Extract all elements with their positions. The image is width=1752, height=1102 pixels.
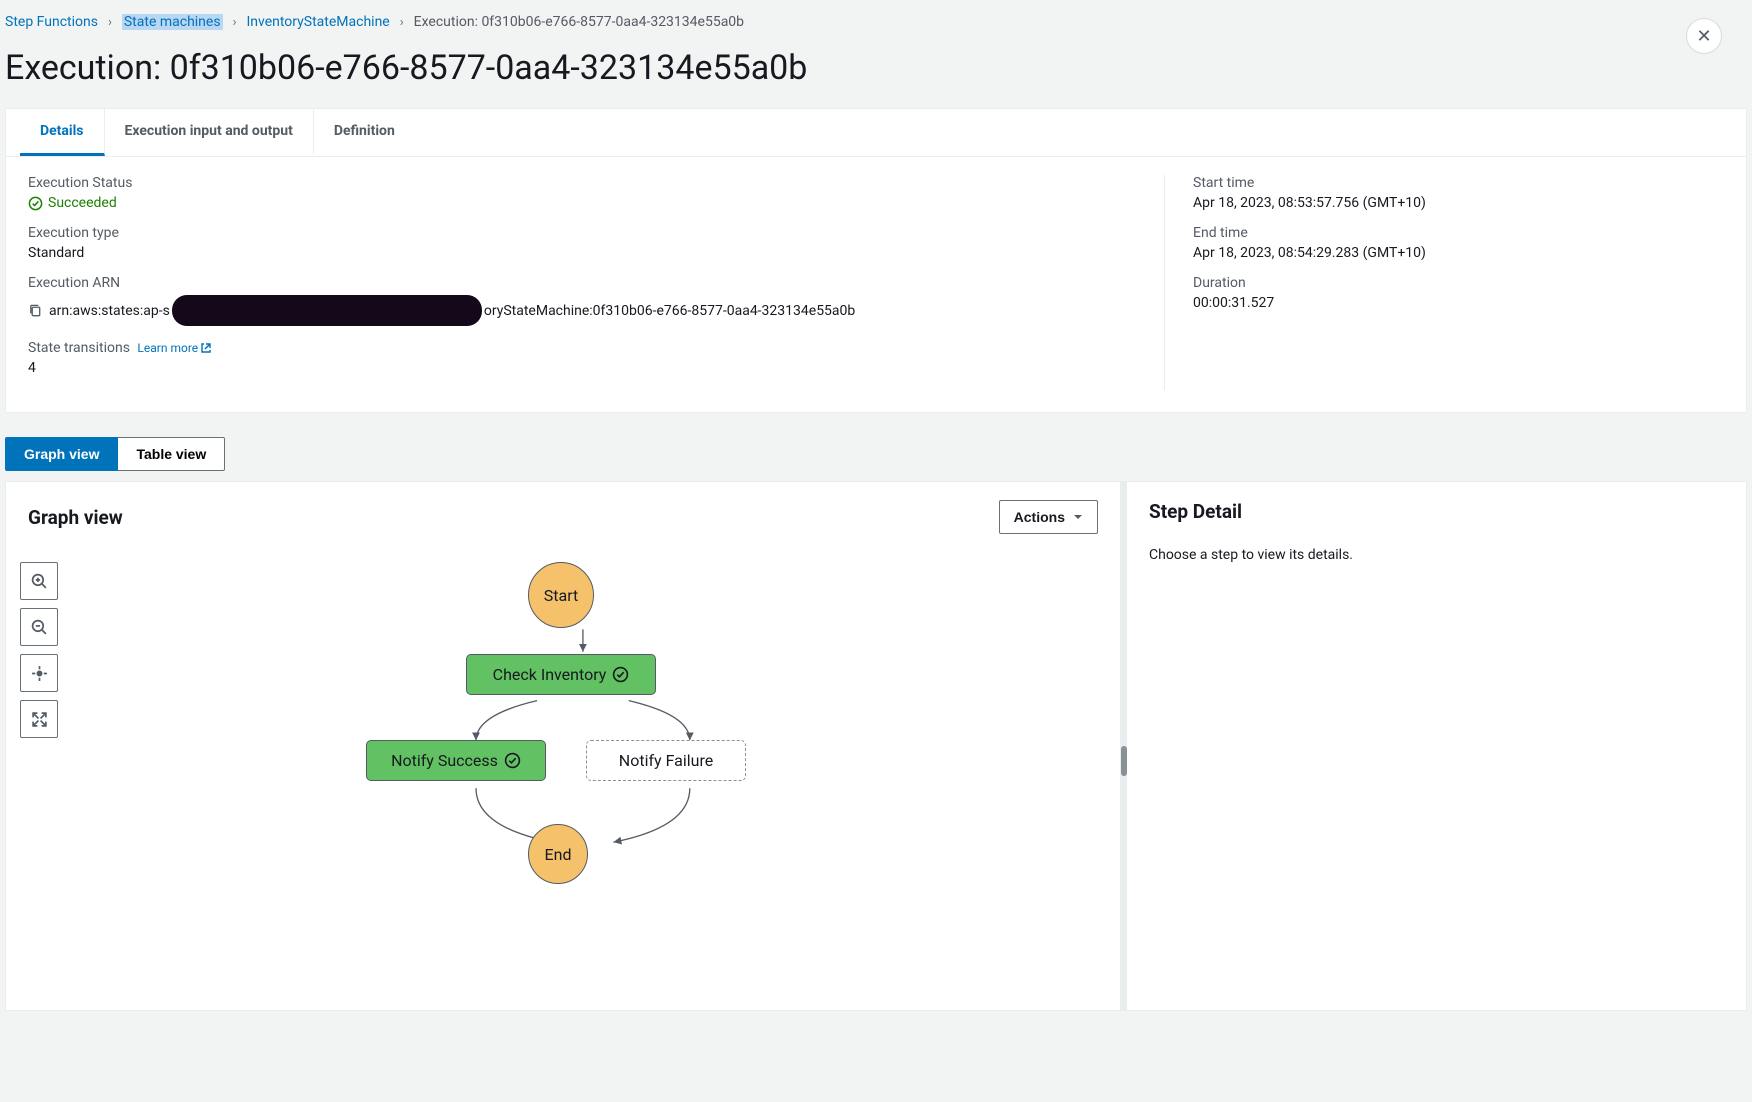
graph-view-button[interactable]: Graph view <box>5 437 118 471</box>
view-toggle: Graph viewTable view <box>5 437 1747 471</box>
tab-io[interactable]: Execution input and output <box>105 109 314 156</box>
zoom-out-icon <box>31 619 48 636</box>
breadcrumb: Step Functions › State machines › Invent… <box>5 14 1732 30</box>
transitions-label: State transitions Learn more <box>28 340 1144 356</box>
breadcrumb-execution: Execution: 0f310b06-e766-8577-0aa4-32313… <box>414 14 744 30</box>
details-card: Details Execution input and output Defin… <box>5 108 1747 413</box>
node-success-label: Notify Success <box>391 751 498 770</box>
expand-icon <box>31 711 48 728</box>
chevron-right-icon: › <box>400 15 404 30</box>
zoom-in-button[interactable] <box>20 562 58 600</box>
status-value: Succeeded <box>28 195 1144 211</box>
arn-label: Execution ARN <box>28 275 1144 291</box>
fullscreen-button[interactable] <box>20 700 58 738</box>
check-circle-icon <box>28 196 43 211</box>
check-circle-icon <box>504 752 521 769</box>
duration-value: 00:00:31.527 <box>1193 295 1724 311</box>
check-circle-icon <box>612 666 629 683</box>
tabs: Details Execution input and output Defin… <box>6 109 1746 157</box>
arn-value: arn:aws:states:ap-s oryStateMachine:0f31… <box>49 295 855 326</box>
graph-panel: Graph view Actions <box>5 481 1121 1011</box>
breadcrumb-state-machines[interactable]: State machines <box>122 14 223 30</box>
caret-down-icon <box>1073 512 1083 522</box>
breadcrumb-step-functions[interactable]: Step Functions <box>5 14 98 30</box>
duration-label: Duration <box>1193 275 1724 291</box>
node-end-label: End <box>545 845 572 864</box>
node-failure-label: Notify Failure <box>619 751 713 770</box>
learn-more-link[interactable]: Learn more <box>137 341 212 355</box>
chevron-right-icon: › <box>233 15 237 30</box>
close-icon: ✕ <box>1696 26 1711 47</box>
node-end[interactable]: End <box>528 824 588 884</box>
arn-redacted <box>172 295 482 326</box>
start-time-value: Apr 18, 2023, 08:53:57.756 (GMT+10) <box>1193 195 1724 211</box>
arn-prefix: arn:aws:states:ap-s <box>49 303 170 319</box>
table-view-button[interactable]: Table view <box>118 437 225 471</box>
tab-details[interactable]: Details <box>20 109 105 156</box>
node-check-inventory[interactable]: Check Inventory <box>466 654 656 695</box>
end-time-value: Apr 18, 2023, 08:54:29.283 (GMT+10) <box>1193 245 1724 261</box>
center-button[interactable] <box>20 654 58 692</box>
external-link-icon <box>200 342 212 354</box>
node-notify-failure[interactable]: Notify Failure <box>586 740 746 781</box>
chevron-right-icon: › <box>108 15 112 30</box>
step-detail-panel: Step Detail Choose a step to view its de… <box>1127 481 1747 1011</box>
status-label: Execution Status <box>28 175 1144 191</box>
end-time-label: End time <box>1193 225 1724 241</box>
tab-definition[interactable]: Definition <box>314 109 415 156</box>
node-check-label: Check Inventory <box>493 665 607 684</box>
breadcrumb-machine[interactable]: InventoryStateMachine <box>246 14 389 30</box>
close-button[interactable]: ✕ <box>1686 18 1722 54</box>
panel-resize-handle[interactable] <box>1121 481 1127 1011</box>
graph-panel-title: Graph view <box>28 506 123 529</box>
transitions-value: 4 <box>28 360 1144 376</box>
type-value: Standard <box>28 245 1144 261</box>
page-title: Execution: 0f310b06-e766-8577-0aa4-32313… <box>5 30 1732 108</box>
status-text: Succeeded <box>48 195 117 211</box>
zoom-in-icon <box>31 573 48 590</box>
node-notify-success[interactable]: Notify Success <box>366 740 546 781</box>
start-time-label: Start time <box>1193 175 1724 191</box>
graph-canvas[interactable]: Start Check Inventory Notify Success Not… <box>66 552 1110 1000</box>
step-detail-empty: Choose a step to view its details. <box>1127 541 1746 569</box>
copy-icon[interactable] <box>28 303 43 318</box>
arn-suffix: oryStateMachine:0f310b06-e766-8577-0aa4-… <box>484 303 855 319</box>
crosshair-icon <box>31 665 48 682</box>
actions-button[interactable]: Actions <box>999 500 1098 534</box>
node-start[interactable]: Start <box>528 562 594 628</box>
node-start-label: Start <box>544 586 578 605</box>
step-detail-title: Step Detail <box>1149 500 1242 523</box>
zoom-out-button[interactable] <box>20 608 58 646</box>
type-label: Execution type <box>28 225 1144 241</box>
